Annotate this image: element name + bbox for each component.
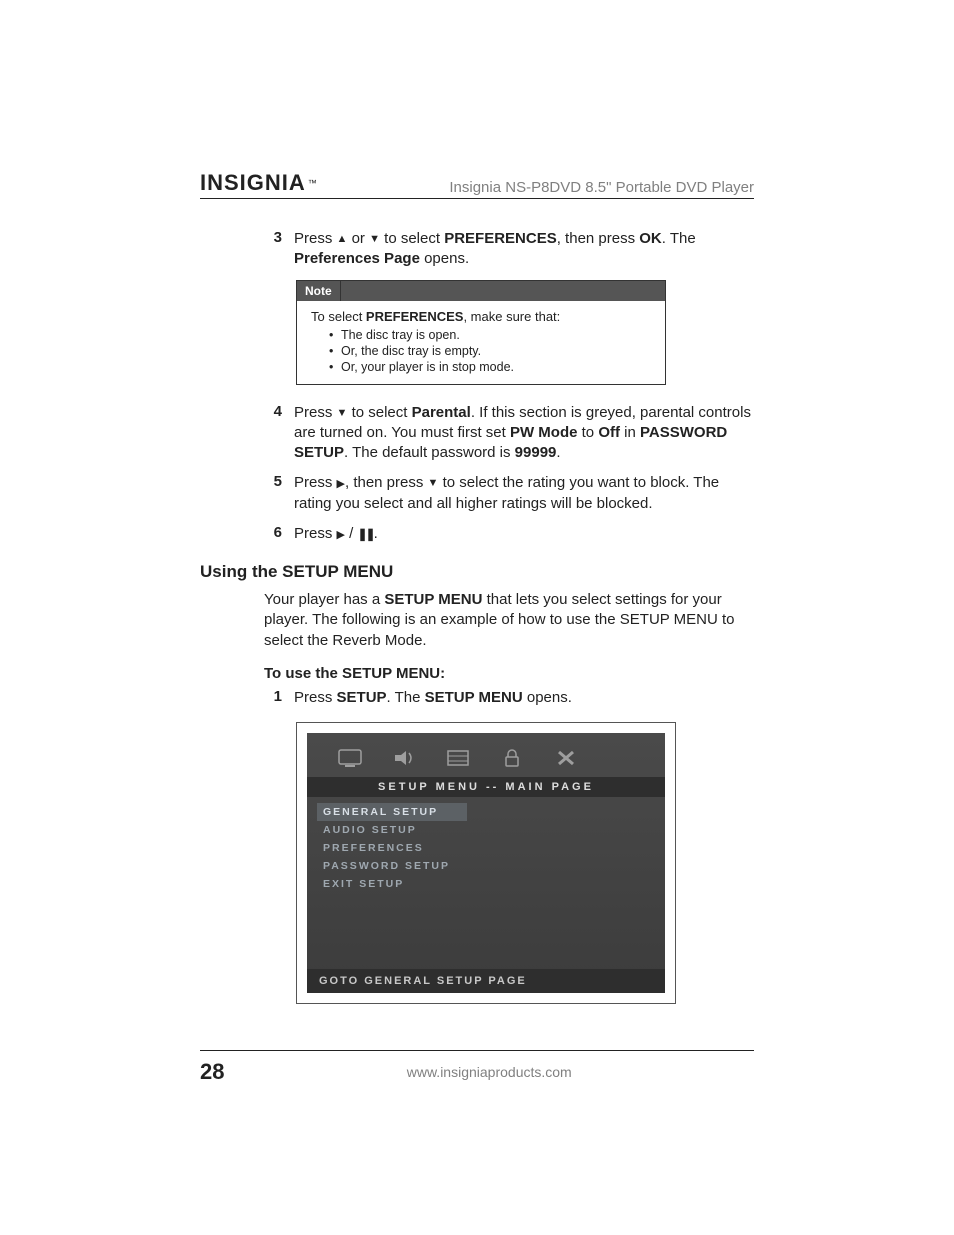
step-number: 5	[264, 473, 282, 514]
text: Press	[294, 474, 337, 491]
step-5: 5 Press ▶, then press ▼ to select the ra…	[264, 473, 754, 514]
step-body: Press ▶ / ❚❚.	[294, 524, 754, 544]
sub-heading: To use the SETUP MENU:	[264, 665, 754, 682]
down-arrow-icon: ▼	[428, 476, 439, 491]
up-arrow-icon: ▲	[337, 232, 348, 247]
footer-url: www.insigniaproducts.com	[224, 1064, 754, 1080]
bold-text: Preferences Page	[294, 250, 420, 267]
page-number: 28	[200, 1059, 224, 1085]
bold-text: OK	[639, 230, 662, 247]
bold-text: PREFERENCES	[366, 309, 464, 324]
list-item: The disc tray is open.	[329, 328, 651, 342]
text: , then press	[345, 474, 428, 491]
bold-text: 99999	[515, 444, 557, 461]
text: , then press	[557, 230, 640, 247]
text: Press	[294, 404, 337, 421]
text: opens.	[523, 689, 572, 706]
text: or	[347, 230, 369, 247]
screenshot-footer: GOTO GENERAL SETUP PAGE	[307, 969, 665, 993]
text: , make sure that:	[463, 309, 560, 324]
page-footer: 28 www.insigniaproducts.com	[200, 1050, 754, 1085]
bold-text: Parental	[412, 404, 471, 421]
step-number: 6	[264, 524, 282, 544]
text: to	[577, 424, 598, 441]
text: .	[556, 444, 560, 461]
logo-text: INSIGNIA	[200, 170, 306, 196]
text: Your player has a	[264, 591, 384, 608]
section-heading: Using the SETUP MENU	[200, 562, 754, 582]
note-box: Note To select PREFERENCES, make sure th…	[296, 280, 666, 385]
preferences-icon	[445, 747, 471, 769]
bold-text: Off	[598, 424, 620, 441]
general-icon	[337, 747, 363, 769]
paragraph: Your player has a SETUP MENU that lets y…	[264, 590, 754, 651]
bold-text: SETUP MENU	[384, 591, 482, 608]
step-4: 4 Press ▼ to select Parental. If this se…	[264, 403, 754, 464]
audio-icon	[391, 747, 417, 769]
step-number: 4	[264, 403, 282, 464]
menu-item-highlighted: GENERAL SETUP	[317, 803, 467, 821]
menu-item: PASSWORD SETUP	[323, 857, 649, 875]
text: To select	[311, 309, 366, 324]
brand-logo: INSIGNIA™	[200, 170, 317, 196]
list-item: Or, your player is in stop mode.	[329, 360, 651, 374]
manual-page: INSIGNIA™ Insignia NS-P8DVD 8.5" Portabl…	[0, 0, 954, 1235]
screenshot-menu: GENERAL SETUP AUDIO SETUP PREFERENCES PA…	[307, 797, 665, 899]
pause-icon: ❚❚	[358, 527, 374, 541]
text: . The	[387, 689, 425, 706]
text: to select	[380, 230, 444, 247]
step-body: Press ▶, then press ▼ to select the rati…	[294, 473, 754, 514]
step-6: 6 Press ▶ / ❚❚.	[264, 524, 754, 544]
step-number: 1	[264, 688, 282, 708]
down-arrow-icon: ▼	[369, 232, 380, 247]
page-content: 3 Press ▲ or ▼ to select PREFERENCES, th…	[200, 199, 754, 1004]
text: Press	[294, 525, 337, 542]
play-icon: ▶	[337, 529, 345, 541]
menu-item: AUDIO SETUP	[323, 821, 649, 839]
note-body: To select PREFERENCES, make sure that: T…	[297, 301, 665, 384]
down-arrow-icon: ▼	[337, 406, 348, 421]
menu-item: PREFERENCES	[323, 839, 649, 857]
note-list: The disc tray is open. Or, the disc tray…	[311, 328, 651, 374]
text: . The	[662, 230, 696, 247]
close-icon	[553, 747, 579, 769]
right-arrow-icon: ▶	[337, 478, 345, 490]
note-header: Note	[297, 281, 665, 301]
text: /	[345, 525, 358, 542]
text: to select	[347, 404, 411, 421]
screenshot-title: SETUP MENU -- MAIN PAGE	[307, 777, 665, 797]
bold-text: PW Mode	[510, 424, 578, 441]
note-label: Note	[297, 281, 341, 301]
lock-icon	[499, 747, 525, 769]
bold-text: SETUP MENU	[425, 689, 523, 706]
setup-menu-screenshot: SETUP MENU -- MAIN PAGE GENERAL SETUP AU…	[307, 733, 665, 993]
step-body: Press SETUP. The SETUP MENU opens.	[294, 688, 754, 708]
trademark-icon: ™	[308, 178, 317, 188]
list-item: Or, the disc tray is empty.	[329, 344, 651, 358]
step-body: Press ▼ to select Parental. If this sect…	[294, 403, 754, 464]
text: Press	[294, 689, 337, 706]
text: Press	[294, 230, 337, 247]
step-body: Press ▲ or ▼ to select PREFERENCES, then…	[294, 229, 754, 270]
screenshot-icon-row	[307, 733, 665, 777]
setup-menu-screenshot-frame: SETUP MENU -- MAIN PAGE GENERAL SETUP AU…	[296, 722, 676, 1004]
text: opens.	[420, 250, 469, 267]
text: in	[620, 424, 640, 441]
text: .	[374, 525, 378, 542]
bold-text: SETUP	[337, 689, 387, 706]
text: . The default password is	[344, 444, 515, 461]
step-3: 3 Press ▲ or ▼ to select PREFERENCES, th…	[264, 229, 754, 270]
bold-text: PREFERENCES	[444, 230, 557, 247]
page-header: INSIGNIA™ Insignia NS-P8DVD 8.5" Portabl…	[200, 170, 754, 199]
step-1: 1 Press SETUP. The SETUP MENU opens.	[264, 688, 754, 708]
product-title: Insignia NS-P8DVD 8.5" Portable DVD Play…	[449, 179, 754, 196]
menu-item: EXIT SETUP	[323, 875, 649, 893]
step-number: 3	[264, 229, 282, 270]
